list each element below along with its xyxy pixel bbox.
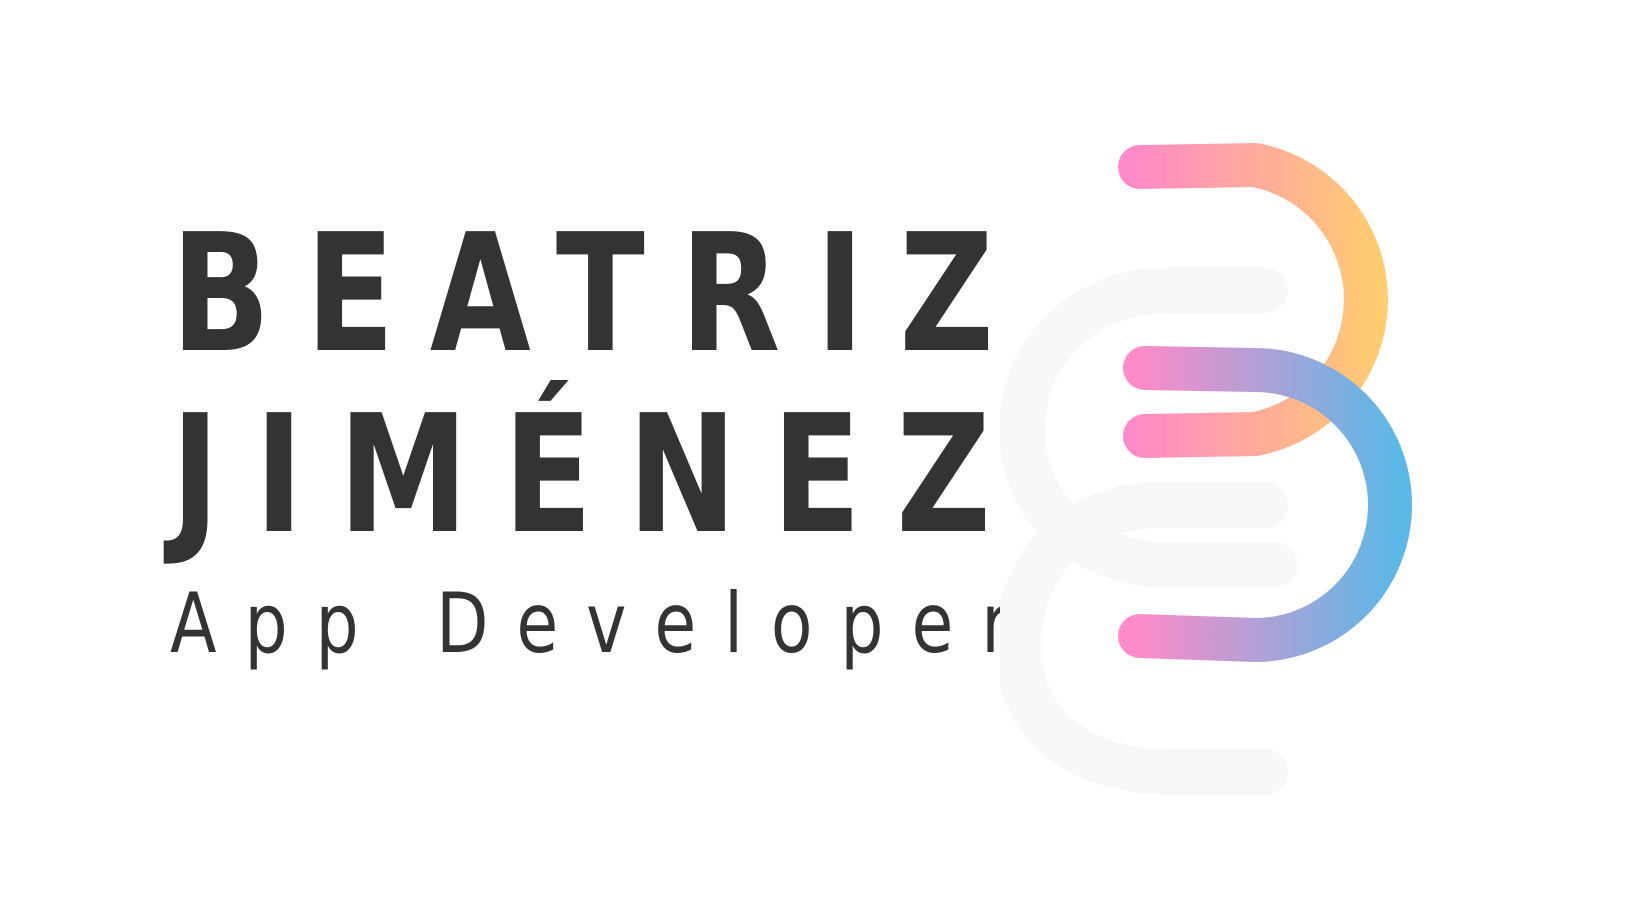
letter-b-monogram-icon [1000,142,1412,795]
first-name: BEATRIZ [171,200,1030,389]
last-name: JIMÉNEZ [171,381,1027,570]
role-subtitle: App Developer [170,575,1038,672]
